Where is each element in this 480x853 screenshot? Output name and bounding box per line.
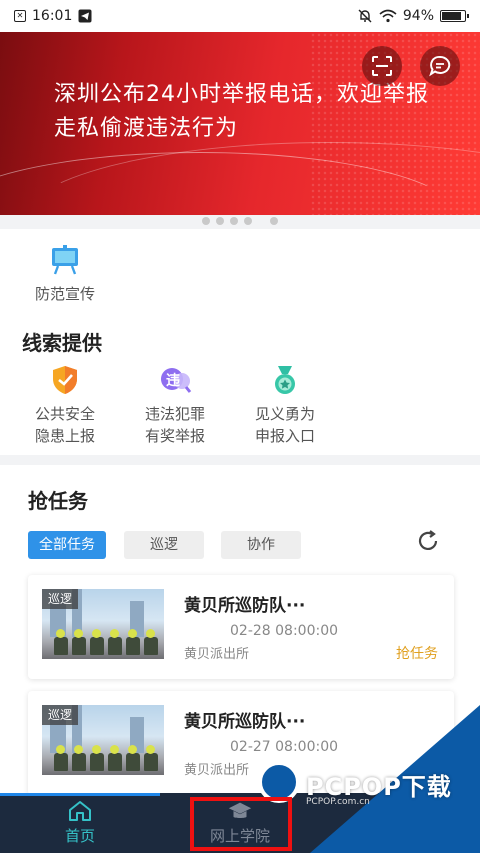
battery-icon [440, 10, 469, 22]
tasks-section-title: 抢任务 [28, 489, 88, 513]
banner-title: 深圳公布24小时举报电话，欢迎举报走私偷渡违法行为 [54, 82, 429, 141]
task-station: 黄贝派出所 [184, 763, 250, 778]
quick-link-fangfan[interactable]: 防范宣传 [20, 243, 110, 305]
task-photo: 巡逻 [42, 705, 164, 775]
report-badge-icon: 违 [158, 363, 192, 397]
filter-patrol[interactable]: 巡逻 [124, 531, 204, 559]
clue-item-public-safety[interactable]: 公共安全 隐患上报 [20, 363, 110, 447]
task-station: 黄贝派出所 [184, 647, 250, 662]
home-icon [67, 799, 93, 823]
pager-dot [230, 217, 238, 225]
grab-task-button[interactable]: 抢任务 [396, 643, 438, 663]
status-time: 16:01 [32, 8, 73, 24]
medal-icon [268, 363, 302, 397]
task-type-tag: 巡逻 [42, 705, 79, 725]
task-type-tag: 巡逻 [42, 589, 79, 609]
scan-button[interactable] [362, 46, 402, 86]
wifi-icon [379, 9, 397, 23]
banner-carousel[interactable]: 深圳公布24小时举报电话，欢迎举报走私偷渡违法行为 [0, 32, 480, 215]
tab-home[interactable]: 首页 [0, 793, 160, 853]
service-panel: 防范宣传 线索提供 公共安全 隐患上报 违 违法犯罪 有奖举报 见义勇为 申报入… [0, 229, 480, 455]
status-bar: ✕ 16:01 94% [0, 0, 480, 32]
battery-percent: 94% [402, 8, 434, 24]
pager-dot [270, 217, 278, 225]
task-card[interactable]: 巡逻 黄贝所巡防队··· 02-28 08:00:00 黄贝派出所 抢任务 [28, 575, 454, 679]
pager-dot [202, 217, 210, 225]
clues-section-title: 线索提供 [22, 331, 102, 355]
task-title: 黄贝所巡防队··· [184, 596, 306, 616]
clue-item-bravery[interactable]: 见义勇为 申报入口 [240, 363, 330, 447]
telegram-icon [78, 9, 92, 23]
scan-icon [372, 56, 392, 76]
watermark-subtext: PCPOP.com.cn [306, 797, 370, 807]
chat-bubble-icon [429, 55, 451, 77]
task-photo: 巡逻 [42, 589, 164, 659]
refresh-icon [418, 530, 438, 550]
tab-label: 首页 [64, 827, 95, 845]
filter-all-tasks[interactable]: 全部任务 [28, 531, 106, 559]
highlight-box [190, 797, 292, 851]
banner-pager [0, 215, 480, 229]
svg-text:违: 违 [166, 372, 180, 389]
pager-dot [216, 217, 224, 225]
quick-link-label: 防范宣传 [34, 285, 95, 303]
filter-cooperation[interactable]: 协作 [221, 531, 301, 559]
mute-bell-icon [358, 9, 372, 23]
message-button[interactable] [420, 46, 460, 86]
refresh-button[interactable] [414, 527, 442, 555]
shield-icon [48, 363, 82, 397]
notification-x-icon: ✕ [14, 10, 26, 22]
task-time: 02-28 08:00:00 [230, 623, 339, 639]
clue-item-crime-report[interactable]: 违 违法犯罪 有奖举报 [130, 363, 220, 447]
presentation-board-icon [48, 243, 82, 277]
pager-dot [244, 217, 252, 225]
